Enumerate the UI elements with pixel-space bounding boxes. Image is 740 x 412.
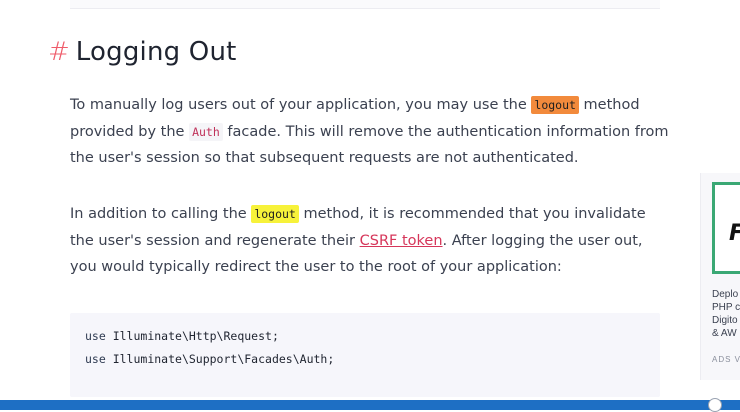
code-text: Illuminate\Support\Facades\Auth; — [105, 352, 335, 366]
code-line: use Illuminate\Support\Facades\Auth; — [85, 352, 334, 366]
ad-text-line: Digito — [712, 315, 738, 326]
inline-code-logout: logout — [251, 205, 299, 223]
code-line: use Illuminate\Http\Request; — [85, 329, 279, 343]
ad-logo[interactable]: F — [712, 182, 740, 274]
sidebar-ad[interactable]: F Deplo PHP c Digito & AW ADS V — [700, 173, 740, 380]
previous-code-block — [70, 0, 660, 9]
ad-text-line: & AW — [712, 328, 737, 339]
code-block: use Illuminate\Http\Request; use Illumin… — [70, 313, 660, 397]
anchor-link[interactable]: # — [48, 37, 70, 67]
ad-label: ADS V — [712, 355, 740, 364]
video-progress-bar[interactable] — [0, 400, 740, 410]
code-keyword: use — [85, 352, 106, 366]
inline-code-logout: logout — [531, 96, 579, 114]
paragraph-2: In addition to calling the logout method… — [70, 201, 670, 281]
inline-code-auth: Auth — [189, 122, 223, 141]
ad-text-line: Deplo — [712, 289, 739, 300]
csrf-token-link[interactable]: CSRF token — [360, 233, 443, 249]
page-title: Logging Out — [75, 37, 237, 67]
section-heading: # Logging Out — [48, 34, 237, 70]
code-text: Illuminate\Http\Request; — [105, 329, 279, 343]
ad-text-line: PHP c — [712, 302, 740, 313]
ad-text[interactable]: Deplo PHP c Digito & AW — [712, 288, 740, 340]
paragraph-text: To manually log users out of your applic… — [70, 97, 532, 113]
ad-logo-glyph: F — [729, 221, 740, 246]
paragraph-text: In addition to calling the — [70, 206, 252, 222]
paragraph-1: To manually log users out of your applic… — [70, 92, 670, 172]
code-keyword: use — [85, 329, 106, 343]
